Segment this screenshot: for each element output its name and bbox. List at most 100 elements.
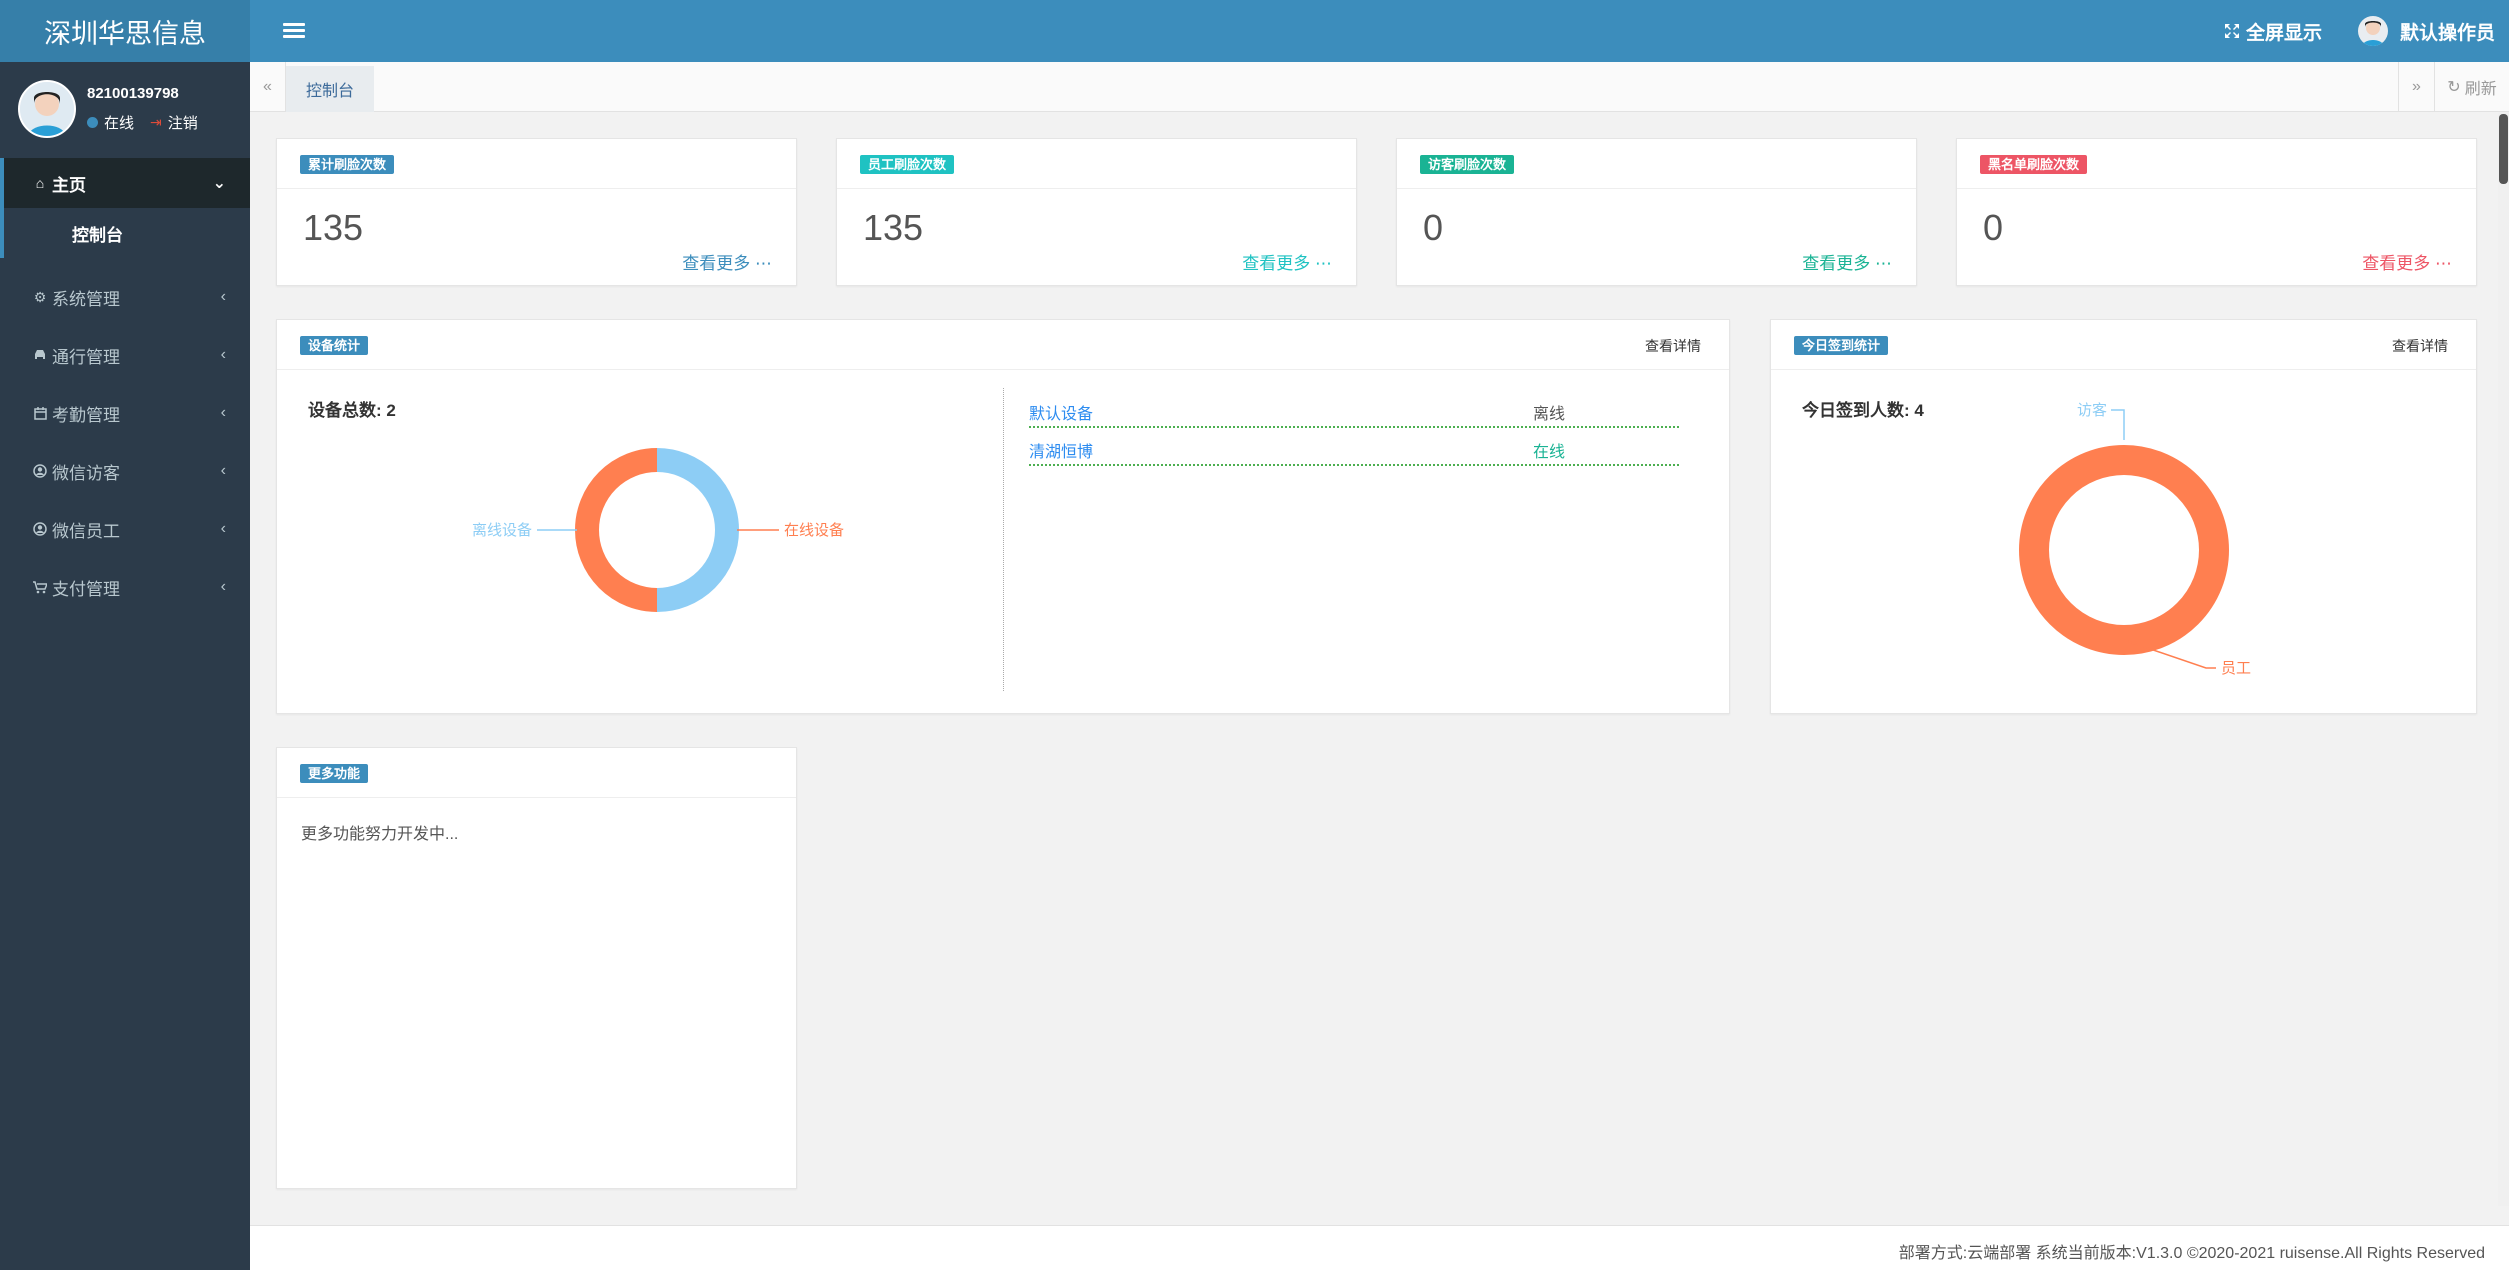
sidebar-item-label: 通行管理	[52, 347, 120, 367]
panel-header: 员工刷脸次数	[837, 139, 1356, 189]
chevron-down-icon: ⌄	[212, 175, 226, 192]
sidebar-item-label: 微信员工	[52, 521, 120, 541]
stat-card-total: 累计刷脸次数 135 查看更多 ⋯	[276, 138, 797, 286]
sidebar-item-label: 微信访客	[52, 463, 120, 483]
sidebar-item-home[interactable]: ⌂ 主页 ⌄	[0, 158, 250, 208]
sidebar-item-wechat-visitor[interactable]: 微信访客 ‹	[0, 446, 250, 496]
panel-header: 今日签到统计 查看详情	[1771, 320, 2476, 370]
logout-link[interactable]: 注销	[168, 112, 198, 133]
chevron-left-icon: ‹	[220, 520, 226, 537]
home-icon: ⌂	[35, 175, 45, 191]
avatar	[18, 80, 76, 138]
chart-slice-2[interactable]	[575, 448, 658, 612]
view-detail-link[interactable]: 查看详情	[2392, 336, 2448, 356]
status-online: 在线	[104, 115, 135, 132]
more-functions-panel: 更多功能 更多功能努力开发中...	[276, 747, 797, 1189]
brand-logo[interactable]: 深圳华思信息	[0, 0, 250, 62]
view-more-link[interactable]: 查看更多 ⋯	[682, 249, 772, 274]
chevron-left-icon: ‹	[220, 288, 226, 305]
chart-label: 在线设备	[784, 522, 844, 539]
avatar	[2358, 16, 2388, 46]
stat-card-blacklist: 黑名单刷脸次数 0 查看更多 ⋯	[1956, 138, 2477, 286]
panel-badge: 员工刷脸次数	[860, 155, 955, 174]
chart-slice-1[interactable]	[656, 448, 739, 612]
user-menu[interactable]: 默认操作员	[2358, 14, 2495, 48]
chevron-left-icon: ‹	[220, 462, 226, 479]
sidebar-item-payment[interactable]: 支付管理 ‹	[0, 562, 250, 612]
device-row[interactable]: 默认设备 离线	[1029, 390, 1679, 428]
sidebar-item-access[interactable]: 通行管理 ‹	[0, 330, 250, 380]
car-icon	[32, 349, 48, 361]
divider	[1003, 388, 1004, 691]
view-more-link[interactable]: 查看更多 ⋯	[1242, 249, 1332, 274]
sidebar-item-label: 主页	[52, 175, 86, 195]
sidebar-item-label: 支付管理	[52, 579, 120, 599]
stat-value: 0	[1983, 207, 2004, 248]
sidebar-item-attendance[interactable]: 考勤管理 ‹	[0, 388, 250, 438]
stat-card-staff: 员工刷脸次数 135 查看更多 ⋯	[836, 138, 1357, 286]
chart-label: 访客	[2077, 402, 2107, 419]
user-panel: 82100139798 在线 ⇥ 注销	[0, 62, 250, 154]
stat-card-visitor: 访客刷脸次数 0 查看更多 ⋯	[1396, 138, 1917, 286]
sidebar-item-wechat-staff[interactable]: 微信员工 ‹	[0, 504, 250, 554]
panel-badge: 累计刷脸次数	[300, 155, 395, 174]
chart-label: 离线设备	[472, 522, 532, 539]
chart-label: 员工	[2221, 660, 2251, 677]
user-circle-icon	[32, 464, 48, 478]
device-donut-chart: 离线设备 在线设备	[472, 448, 844, 612]
sidebar-item-label: 考勤管理	[52, 405, 120, 425]
sidebar: 82100139798 在线 ⇥ 注销 ⌂ 主页 ⌄ 控制台 ⚙ 系统管理 ‹ …	[0, 62, 250, 1270]
top-header: 深圳华思信息 全屏显示 默认操作员	[0, 0, 2509, 62]
chart-slice-2[interactable]	[2019, 445, 2229, 655]
tab-scroll-left-icon[interactable]: «	[250, 62, 286, 112]
stat-value: 135	[863, 207, 924, 248]
user-status: 在线 ⇥ 注销	[87, 112, 198, 133]
device-name[interactable]: 默认设备	[1029, 400, 1093, 424]
sidebar-item-label: 控制台	[72, 225, 123, 245]
panel-header: 设备统计 查看详情	[277, 320, 1729, 370]
device-state: 离线	[1533, 406, 1566, 423]
scrollbar-track[interactable]	[2498, 112, 2509, 1206]
footer-text: 部署方式:云端部署 系统当前版本:V1.3.0 ©2020-2021 ruise…	[1898, 1245, 2485, 1262]
fullscreen-button[interactable]: 全屏显示	[2224, 18, 2322, 44]
panel-header: 访客刷脸次数	[1397, 139, 1916, 189]
signin-total: 今日签到人数: 4	[1802, 401, 1924, 420]
sidebar-item-console[interactable]: 控制台	[0, 208, 250, 258]
stat-value: 135	[303, 207, 364, 248]
panel-header: 更多功能	[277, 748, 796, 798]
tab-bar: « 控制台 » ↻ 刷新	[250, 62, 2509, 112]
cart-icon	[32, 580, 48, 594]
signin-stats-panel: 今日签到统计 查看详情 今日签到人数: 4 访客员工	[1770, 319, 2477, 714]
more-functions-text: 更多功能努力开发中...	[301, 826, 459, 843]
chevron-left-icon: ‹	[220, 346, 226, 363]
sidebar-item-label: 系统管理	[52, 289, 120, 309]
panel-badge: 更多功能	[300, 764, 369, 783]
panel-badge: 今日签到统计	[1794, 336, 1889, 355]
device-row[interactable]: 清湖恒博 在线	[1029, 428, 1679, 466]
gear-icon: ⚙	[33, 288, 47, 305]
refresh-icon: ↻	[2447, 79, 2461, 96]
chevron-left-icon: ‹	[220, 578, 226, 595]
view-more-link[interactable]: 查看更多 ⋯	[2362, 249, 2452, 274]
sign-out-icon[interactable]: ⇥	[150, 114, 162, 131]
device-stats-panel: 设备统计 查看详情 设备总数: 2 离线设备 在线设备	[276, 319, 1730, 714]
view-more-link[interactable]: 查看更多 ⋯	[1802, 249, 1892, 274]
panel-header: 累计刷脸次数	[277, 139, 796, 189]
chart-label-line	[2111, 409, 2125, 440]
view-detail-link[interactable]: 查看详情	[1645, 336, 1701, 356]
signin-donut-chart: 访客员工	[2019, 402, 2251, 677]
fullscreen-label: 全屏显示	[2246, 22, 2323, 44]
sidebar-item-system[interactable]: ⚙ 系统管理 ‹	[0, 272, 250, 322]
device-total: 设备总数: 2	[308, 401, 396, 420]
stat-value: 0	[1423, 207, 1444, 248]
refresh-button[interactable]: ↻ 刷新	[2434, 62, 2509, 112]
refresh-label: 刷新	[2464, 81, 2497, 98]
tab-scroll-right-icon[interactable]: »	[2398, 62, 2434, 112]
user-circle-icon	[32, 522, 48, 536]
panel-badge: 设备统计	[300, 336, 369, 355]
tab-console[interactable]: 控制台	[286, 66, 374, 112]
footer: 部署方式:云端部署 系统当前版本:V1.3.0 ©2020-2021 ruise…	[250, 1225, 2509, 1270]
scrollbar-thumb[interactable]	[2499, 114, 2508, 184]
menu-toggle-icon[interactable]	[283, 20, 305, 42]
device-name[interactable]: 清湖恒博	[1029, 438, 1093, 462]
